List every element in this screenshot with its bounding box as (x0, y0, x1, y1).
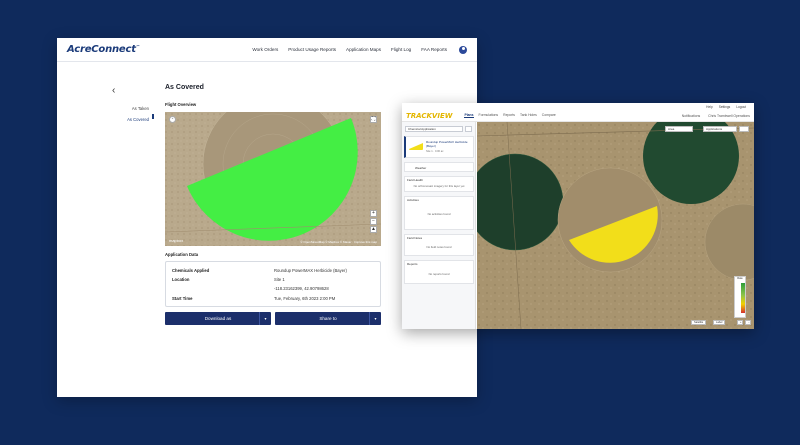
reports-card: Reports No reports found (404, 260, 474, 284)
chevron-left-icon[interactable]: ‹ (112, 85, 115, 96)
tab-compare[interactable]: Compare (542, 113, 556, 118)
chevron-down-icon[interactable]: ▾ (259, 312, 271, 325)
fullscreen-icon[interactable]: ⛶ (370, 116, 377, 123)
tab-tank-holes[interactable]: Tank Holes (520, 113, 537, 118)
activities-empty: No activities found (427, 212, 451, 216)
chemicals-value: Roundup PowerMAX Herbicide (Bayer) (274, 268, 347, 273)
trackview-logo[interactable]: TRACKVIEW (406, 112, 452, 120)
more-dropdown[interactable] (739, 126, 749, 132)
satellite-map[interactable]: Area Applications Rate Satellite Label +… (477, 122, 754, 329)
nav-faa-reports[interactable]: FAA Reports (421, 47, 447, 52)
utility-links: Help Settings Logout (402, 103, 754, 110)
start-time-label: Start Time (172, 296, 193, 301)
reports-title: Reports (407, 262, 418, 266)
satellite-imagery (477, 122, 754, 329)
activities-card: Activities No activities found (404, 196, 474, 230)
page-title: As Covered (165, 84, 204, 91)
layer-select[interactable]: Chemical Application (405, 126, 463, 132)
trackview-tabs: Plans Formulations Reports Tank Holes Co… (464, 113, 556, 118)
chevron-down-icon[interactable]: ▾ (369, 312, 381, 325)
operation-select[interactable]: Chris Trambwell Operations (708, 114, 750, 118)
zoom-in-icon[interactable]: + (737, 320, 743, 325)
flight-overview-label: Flight Overview (165, 102, 197, 107)
map-settings-icon[interactable]: ◦ (169, 116, 176, 123)
side-link-as-covered[interactable]: As Covered (117, 117, 149, 122)
nav-product-usage-reports[interactable]: Product Usage Reports (288, 47, 336, 52)
reports-empty: No reports found (428, 272, 450, 276)
satellite-toggle[interactable]: Satellite (691, 320, 707, 325)
compass-icon[interactable]: ▲ (370, 226, 377, 233)
logout-link[interactable]: Logout (736, 105, 746, 109)
applications-dropdown[interactable]: Applications (703, 126, 737, 132)
map-attribution[interactable]: © OpenStreetMap © Mapbox © Maxar · Impro… (300, 240, 377, 244)
notifications-link[interactable]: Notifications (682, 114, 700, 118)
start-time-value: Tue, February, 6th 2023 2:00 PM (274, 296, 336, 301)
product-sub: Site 1 · 0.06 ac (426, 150, 444, 153)
tab-plans[interactable]: Plans (464, 113, 474, 118)
application-data-label: Application Data (165, 252, 199, 257)
chemicals-label: Chemicals Applied (172, 268, 210, 273)
coverage-map[interactable]: ◦ ⛶ + − ▲ mapbox © OpenStreetMap © Mapbo… (165, 112, 381, 246)
trackview-sidebar: Chemical Application Roundup PowerMAX He… (402, 122, 476, 329)
location-label: Location (172, 277, 190, 282)
header-right: Notifications Chris Trambwell Operations (682, 114, 750, 118)
field-notes-title: Field Notes (407, 236, 423, 240)
product-name: Roundup PowerMAX Herbicide (Bayer) (426, 140, 468, 148)
location-line2: -118.23162399, 42.90798628 (274, 286, 329, 291)
weather-label: Weather (415, 166, 427, 170)
tab-formulations[interactable]: Formulations (479, 113, 499, 118)
field-notes-empty: No field notes found (426, 245, 452, 249)
nav-flight-log[interactable]: Flight Log (391, 47, 411, 52)
trackview-window: Help Settings Logout TRACKVIEW Plans For… (402, 103, 754, 329)
field-health-empty: No orthomosaic imagery for this layer ye… (413, 184, 465, 188)
tab-reports[interactable]: Reports (503, 113, 515, 118)
share-button[interactable]: Share to ▾ (275, 312, 381, 325)
rate-legend: Rate (734, 276, 746, 318)
main-nav: Work Orders Product Usage Reports Applic… (252, 45, 467, 54)
active-indicator (152, 114, 154, 119)
acreconnect-logo[interactable]: AcreConnect™ (67, 44, 140, 55)
area-dropdown[interactable]: Area (665, 126, 693, 132)
nav-work-orders[interactable]: Work Orders (252, 47, 278, 52)
zoom-out-icon[interactable]: − (745, 320, 751, 325)
field-notes-card: Field Notes No field notes found (404, 234, 474, 256)
legend-title: Rate (737, 277, 743, 280)
map-imagery (165, 112, 381, 246)
application-details-card: Chemicals Applied Roundup PowerMAX Herbi… (165, 261, 381, 307)
zoom-out-icon[interactable]: − (370, 218, 377, 225)
download-button[interactable]: Download as ▾ (165, 312, 271, 325)
activities-title: Activities (407, 198, 419, 202)
label-toggle[interactable]: Label (713, 320, 726, 325)
location-line1: Site 1 (274, 277, 285, 282)
user-circle-icon[interactable] (459, 45, 467, 54)
zoom-in-icon[interactable]: + (370, 210, 377, 217)
weather-card[interactable]: Weather (404, 162, 474, 172)
coverage-thumbnail-icon (409, 143, 423, 150)
trackview-header: TRACKVIEW Plans Formulations Reports Tan… (402, 110, 754, 122)
legend-gradient (741, 283, 745, 313)
map-logo: mapbox (169, 238, 184, 243)
side-link-as-taken[interactable]: As Taken (117, 106, 149, 111)
product-card[interactable]: Roundup PowerMAX Herbicide (Bayer) Site … (404, 136, 474, 158)
nav-application-maps[interactable]: Application Maps (346, 47, 381, 52)
top-navbar: AcreConnect™ Work Orders Product Usage R… (57, 38, 477, 62)
side-menu: As Taken As Covered (117, 106, 149, 128)
calendar-icon[interactable] (465, 126, 472, 132)
help-link[interactable]: Help (706, 105, 713, 109)
field-health-card: Field Health No orthomosaic imagery for … (404, 176, 474, 192)
settings-link[interactable]: Settings (719, 105, 731, 109)
